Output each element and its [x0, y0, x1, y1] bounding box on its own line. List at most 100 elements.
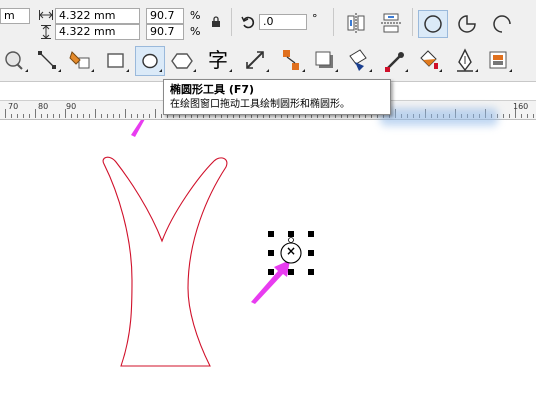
ruler-tick [155, 109, 156, 118]
eyedropper-icon [385, 52, 408, 72]
pointer-arrow-small [131, 120, 145, 137]
outline-pen-tool-button[interactable] [450, 46, 480, 76]
tooltip-description: 在绘图窗口拖动工具绘制圆形和椭圆形。 [170, 99, 350, 110]
ellipse-tool-button[interactable] [135, 46, 165, 76]
rotation-field[interactable]: .0 [259, 14, 307, 30]
eyedropper-tool-button[interactable] [380, 46, 410, 76]
mirror-vertical-button[interactable] [378, 10, 404, 36]
drop-shadow-icon [315, 51, 338, 72]
ruler-tick [131, 114, 132, 118]
rectangle-tool-button[interactable] [101, 46, 131, 76]
polygon-tool-button[interactable] [168, 46, 198, 76]
ruler-tick [23, 114, 24, 118]
ellipse-tool-icon [142, 53, 162, 72]
height-icon [40, 25, 52, 43]
tooltip: 椭圆形工具 (F7) 在绘图窗口拖动工具绘制圆形和椭圆形。 [163, 79, 391, 115]
ruler-tick [533, 114, 534, 118]
pointer-arrow-large [251, 260, 290, 304]
rotate-icon [241, 15, 255, 33]
mirror-vertical-icon [381, 13, 401, 33]
ruler-tick [149, 114, 150, 118]
ruler-tick [509, 114, 510, 118]
interactive-fill-icon [420, 50, 442, 72]
ellipse-icon [424, 15, 442, 33]
pie-icon [458, 15, 476, 33]
separator [412, 8, 413, 36]
ruler-tick [35, 109, 36, 118]
x-position-field[interactable]: m [0, 8, 30, 24]
y-shape-outline[interactable] [102, 156, 228, 367]
ruler-tick [515, 109, 516, 118]
height-field[interactable]: 4.322 mm [55, 24, 140, 40]
arc-icon [493, 15, 511, 33]
ruler-tick [5, 109, 6, 118]
ruler-tick [95, 109, 96, 118]
ruler-tick [47, 114, 48, 118]
percent-x-label: % [190, 9, 201, 22]
color-style-icon [489, 51, 512, 72]
ruler-tick [71, 114, 72, 118]
blend-tool-button[interactable] [277, 46, 307, 76]
smart-fill-icon [69, 51, 94, 72]
ruler-tick [101, 114, 102, 118]
transparency-icon [349, 49, 372, 72]
center-marker: × [286, 244, 297, 258]
degree-label: ° [312, 12, 318, 25]
interactive-fill-tool-button[interactable] [414, 46, 444, 76]
ruler-tick [137, 114, 138, 118]
ruler-tick [65, 109, 66, 118]
polygon-icon [171, 53, 196, 72]
property-bar: m 4.322 mm 4.322 mm 90.7 90.7 % % .0 ° [0, 0, 536, 45]
ruler-tick [41, 114, 42, 118]
dimension-tool-button[interactable] [241, 46, 271, 76]
drawing-canvas[interactable]: × [0, 120, 536, 409]
watermark [380, 108, 498, 126]
canvas-drawing [102, 120, 314, 367]
tooltip-title: 椭圆形工具 (F7) [170, 83, 255, 96]
ruler-tick [59, 114, 60, 118]
outline-pen-icon [457, 48, 478, 72]
scale-y-field[interactable]: 90.7 [146, 24, 184, 40]
color-style-tool-button[interactable] [484, 46, 514, 76]
ruler-tick [89, 114, 90, 118]
zoom-icon [5, 51, 28, 72]
ruler-tick [119, 114, 120, 118]
lock-icon [212, 16, 220, 27]
connector-tool-button[interactable] [33, 46, 63, 76]
dimension-icon [246, 51, 269, 72]
separator [231, 8, 232, 36]
percent-y-label: % [190, 25, 201, 38]
ruler-tick [161, 114, 162, 118]
ruler-label: 80 [38, 102, 49, 111]
mirror-horizontal-button[interactable] [343, 10, 369, 36]
ruler-tick [125, 109, 126, 118]
ruler-tick [503, 114, 504, 118]
separator [333, 8, 334, 36]
smart-fill-tool-button[interactable] [66, 46, 96, 76]
ruler-tick [53, 114, 54, 118]
ruler-tick [83, 114, 84, 118]
transparency-tool-button[interactable] [344, 46, 374, 76]
mirror-horizontal-icon [347, 13, 365, 33]
ellipse-mode-button[interactable] [418, 10, 448, 38]
ruler-tick [77, 114, 78, 118]
ruler-tick [17, 114, 18, 118]
text-tool-button[interactable]: 字 [204, 46, 234, 76]
drop-shadow-tool-button[interactable] [310, 46, 340, 76]
scale-x-field[interactable]: 90.7 [146, 8, 184, 24]
ruler-tick [113, 114, 114, 118]
ruler-tick [527, 114, 528, 118]
connector-icon [38, 51, 61, 72]
arc-mode-button[interactable] [488, 10, 516, 38]
blend-icon [283, 50, 305, 72]
pie-mode-button[interactable] [453, 10, 481, 38]
rectangle-icon [107, 53, 129, 72]
ruler-tick [107, 114, 108, 118]
ruler-tick [11, 114, 12, 118]
lock-ratio-button[interactable] [208, 14, 224, 30]
zoom-tool-button[interactable] [0, 46, 30, 76]
width-field[interactable]: 4.322 mm [55, 8, 140, 24]
width-icon [39, 9, 53, 25]
dropdown-triangle-icon [229, 69, 232, 72]
ruler-tick [29, 114, 30, 118]
